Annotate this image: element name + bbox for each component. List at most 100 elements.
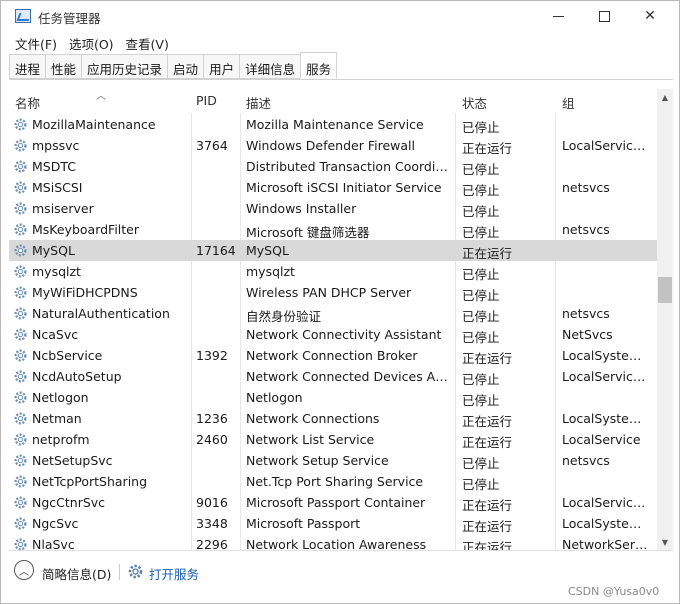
maximize-button[interactable]: [581, 1, 627, 31]
close-button[interactable]: ✕: [627, 1, 673, 31]
menu-file[interactable]: 文件(F): [9, 32, 63, 52]
service-group: LocalSystem...: [562, 348, 650, 363]
maximize-icon: [598, 10, 610, 22]
gear-icon: [14, 139, 27, 152]
service-name: NlaSvc: [32, 537, 75, 550]
table-row[interactable]: NcdAutoSetup Network Connected Devices Au…: [9, 366, 657, 387]
tab-divider: [9, 79, 673, 80]
footer-divider: [9, 550, 673, 551]
gear-icon: [14, 244, 27, 257]
table-row[interactable]: MozillaMaintenance Mozilla Maintenance Se…: [9, 114, 657, 135]
table-row[interactable]: mpssvc 3764 Windows Defender Firewall 正在运行 L…: [9, 135, 657, 156]
service-name: Netlogon: [32, 390, 89, 405]
table-row[interactable]: MySQL 17164 MySQL 正在运行: [9, 240, 657, 261]
tab-strip: 进程 性能 应用历史记录 启动 用户 详细信息 服务: [9, 52, 338, 79]
table-row[interactable]: MSiSCSI Microsoft iSCSI Initiator Service…: [9, 177, 657, 198]
service-status: 正在运行: [462, 351, 513, 366]
service-group: NetSvcs: [562, 327, 613, 342]
services-gear-icon[interactable]: [127, 563, 144, 580]
table-row[interactable]: MyWiFiDHCPDNS Wireless PAN DHCP Server 已停止: [9, 282, 657, 303]
close-icon: ✕: [644, 8, 656, 24]
service-description: Microsoft 键盘筛选器: [246, 225, 370, 240]
table-row[interactable]: NlaSvc 2296 Network Location Awareness 正在运行…: [9, 534, 657, 550]
service-status: 已停止: [462, 267, 500, 282]
gear-icon: [14, 349, 27, 362]
service-name: NgcSvc: [32, 516, 79, 531]
service-group: netsvcs: [562, 222, 610, 237]
table-row[interactable]: NaturalAuthentication 自然身份验证 已停止 netsvcs: [9, 303, 657, 324]
service-name: NaturalAuthentication: [32, 306, 170, 321]
table-row[interactable]: MsKeyboardFilter Microsoft 键盘筛选器 已停止 netsvc…: [9, 219, 657, 240]
menu-options[interactable]: 选项(O): [63, 32, 120, 52]
scroll-thumb[interactable]: [658, 277, 672, 303]
gear-icon: [14, 181, 27, 194]
gear-icon: [14, 538, 27, 550]
open-services-link[interactable]: 打开服务: [149, 564, 199, 583]
service-name: mpssvc: [32, 138, 80, 153]
service-description: Windows Defender Firewall: [246, 138, 415, 153]
gear-icon: [14, 475, 27, 488]
service-description: Net.Tcp Port Sharing Service: [246, 474, 424, 489]
header-status[interactable]: 状态: [462, 93, 487, 112]
table-row[interactable]: NgcCtnrSvc 9016 Microsoft Passport Contain…: [9, 492, 657, 513]
tab-users[interactable]: 用户: [203, 54, 240, 79]
service-name: mysqlzt: [32, 264, 81, 279]
chevron-up-icon[interactable]: ︿: [14, 560, 34, 580]
service-pid: 2296: [196, 537, 228, 550]
service-status: 正在运行: [462, 498, 513, 513]
tab-startup[interactable]: 启动: [167, 54, 204, 79]
menu-bar: 文件(F) 选项(O) 查看(V): [9, 32, 175, 52]
menu-view[interactable]: 查看(V): [120, 32, 175, 52]
table-row[interactable]: msiserver Windows Installer 已停止: [9, 198, 657, 219]
service-status: 正在运行: [462, 435, 513, 450]
service-description: Network Connectivity Assistant: [246, 327, 442, 342]
vertical-scrollbar[interactable]: ▲ ▼: [657, 89, 673, 550]
watermark: CSDN @Yusa0v0: [568, 585, 660, 598]
service-status: 已停止: [462, 477, 500, 492]
service-group: netsvcs: [562, 453, 610, 468]
service-name: MSiSCSI: [32, 180, 83, 195]
fewer-details-link[interactable]: 简略信息(D): [42, 564, 111, 583]
tab-details[interactable]: 详细信息: [239, 54, 301, 79]
service-name: NcdAutoSetup: [32, 369, 122, 384]
service-description: Distributed Transaction Coordina...: [246, 159, 452, 174]
service-group: netsvcs: [562, 306, 610, 321]
gear-icon: [14, 265, 27, 278]
scroll-down-arrow[interactable]: ▼: [657, 534, 673, 550]
table-row[interactable]: NgcSvc 3348 Microsoft Passport 正在运行 LocalSys…: [9, 513, 657, 534]
service-status: 已停止: [462, 204, 500, 219]
service-status: 已停止: [462, 393, 500, 408]
service-group: NetworkServ...: [562, 537, 650, 550]
table-row[interactable]: NetSetupSvc Network Setup Service 已停止 netsv…: [9, 450, 657, 471]
title-bar[interactable]: 任务管理器 ✕: [1, 1, 679, 31]
scroll-up-arrow[interactable]: ▲: [657, 89, 673, 105]
table-row[interactable]: NcbService 1392 Network Connection Broker 正…: [9, 345, 657, 366]
service-group: LocalService: [562, 432, 641, 447]
table-row[interactable]: mysqlzt mysqlzt 已停止: [9, 261, 657, 282]
table-row[interactable]: NcaSvc Network Connectivity Assistant 已停止 N…: [9, 324, 657, 345]
header-group[interactable]: 组: [562, 93, 575, 112]
minimize-button[interactable]: [535, 1, 581, 31]
service-status: 已停止: [462, 456, 500, 471]
service-pid: 1392: [196, 348, 228, 363]
table-row[interactable]: MSDTC Distributed Transaction Coordina...…: [9, 156, 657, 177]
header-description[interactable]: 描述: [246, 93, 271, 112]
service-name: NgcCtnrSvc: [32, 495, 106, 510]
service-description: Mozilla Maintenance Service: [246, 117, 424, 132]
table-row[interactable]: Netlogon Netlogon 已停止: [9, 387, 657, 408]
tab-performance[interactable]: 性能: [45, 54, 82, 79]
header-name[interactable]: 名称: [15, 93, 40, 112]
header-pid[interactable]: PID: [196, 93, 217, 108]
tab-processes[interactable]: 进程: [9, 54, 46, 79]
minimize-icon: [552, 15, 564, 17]
task-manager-icon: [15, 9, 31, 23]
table-row[interactable]: Netman 1236 Network Connections 正在运行 LocalSy…: [9, 408, 657, 429]
service-description: mysqlzt: [246, 264, 295, 279]
service-status: 已停止: [462, 330, 500, 345]
tab-app-history[interactable]: 应用历史记录: [81, 54, 168, 79]
tab-services[interactable]: 服务: [300, 52, 338, 79]
table-row[interactable]: NetTcpPortSharing Net.Tcp Port Sharing Se…: [9, 471, 657, 492]
table-row[interactable]: netprofm 2460 Network List Service 正在运行 Loca…: [9, 429, 657, 450]
service-description: Microsoft iSCSI Initiator Service: [246, 180, 442, 195]
service-status: 已停止: [462, 372, 500, 387]
